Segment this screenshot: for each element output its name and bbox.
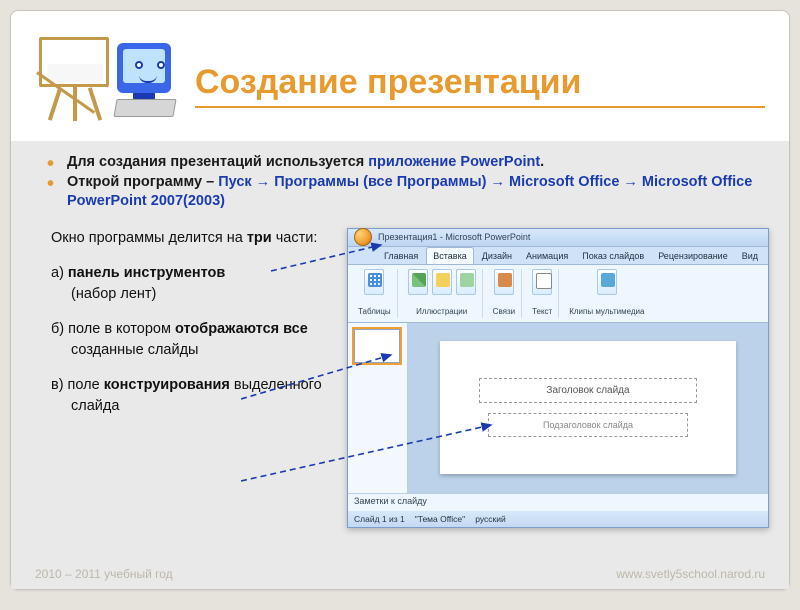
tab-review: Рецензирование bbox=[652, 248, 734, 264]
bold: отображаются все bbox=[175, 321, 308, 337]
notes-pane: Заметки к слайду bbox=[348, 493, 768, 511]
text: (набор лент) bbox=[71, 286, 156, 302]
ribbon-tabs: Главная Вставка Дизайн Анимация Показ сл… bbox=[348, 247, 768, 265]
group-label: Связи bbox=[493, 307, 515, 316]
group-label: Текст bbox=[532, 307, 552, 316]
group-label: Клипы мультимедиа bbox=[569, 307, 644, 316]
intro-line-2: Открой программу – Пуск → Программы (все… bbox=[51, 173, 769, 212]
page-title: Создание презентации bbox=[195, 29, 765, 108]
text: б) поле в котором bbox=[51, 321, 175, 337]
keyboard-icon bbox=[113, 99, 176, 117]
tab-animation: Анимация bbox=[520, 248, 574, 264]
bold: конструирования bbox=[104, 377, 230, 393]
link-icon bbox=[494, 269, 514, 295]
photoalbum-icon bbox=[456, 269, 476, 295]
highlight: приложение PowerPoint bbox=[368, 154, 540, 170]
intro-line-1: Для создания презентаций используется пр… bbox=[51, 153, 769, 173]
textbox-icon bbox=[532, 269, 552, 295]
slide-editor-area: Заголовок слайда Подзаголовок слайда bbox=[408, 323, 768, 493]
thumbnail-pane bbox=[348, 323, 408, 493]
item-c: в) поле конструирования выделенного слай… bbox=[51, 375, 331, 417]
item-a: а) панель инструментов (набор лент) bbox=[51, 263, 331, 305]
window-title: Презентация1 - Microsoft PowerPoint bbox=[378, 232, 530, 242]
tab-home: Главная bbox=[378, 248, 424, 264]
ribbon-group-media: Клипы мультимедиа bbox=[565, 269, 650, 318]
text: части: bbox=[272, 230, 318, 246]
picture-icon bbox=[408, 269, 428, 295]
ppt-body: Заголовок слайда Подзаголовок слайда bbox=[348, 323, 768, 493]
lead-text: Окно программы делится на три части: bbox=[51, 228, 331, 249]
slide-canvas: Заголовок слайда Подзаголовок слайда bbox=[440, 341, 735, 474]
clipart-computer-easel bbox=[35, 29, 175, 129]
intro-list: Для создания презентаций используется пр… bbox=[51, 153, 769, 212]
ribbon-group-text: Текст bbox=[528, 269, 559, 318]
header: Создание презентации bbox=[11, 11, 789, 129]
item-b: б) поле в котором отображаются все созда… bbox=[51, 319, 331, 361]
text: Окно программы делится на bbox=[51, 230, 247, 246]
ribbon: Таблицы Иллюстрации Связи bbox=[348, 265, 768, 323]
group-label: Иллюстрации bbox=[416, 307, 467, 316]
text: а) bbox=[51, 265, 68, 281]
content-area: Для создания презентаций используется пр… bbox=[11, 141, 789, 589]
footer: 2010 – 2011 учебный год www.svetly5schoo… bbox=[11, 567, 789, 581]
subtitle-placeholder: Подзаголовок слайда bbox=[488, 413, 689, 437]
tab-insert: Вставка bbox=[426, 247, 473, 264]
group-label: Таблицы bbox=[358, 307, 391, 316]
clip-icon bbox=[432, 269, 452, 295]
text: . bbox=[540, 154, 544, 170]
status-bar: Слайд 1 из 1 "Тема Office" русский bbox=[348, 511, 768, 527]
office-button-icon bbox=[354, 228, 372, 246]
bold: три bbox=[247, 230, 272, 246]
title-placeholder: Заголовок слайда bbox=[479, 378, 697, 403]
ribbon-group-tables: Таблицы bbox=[354, 269, 398, 318]
status-theme: "Тема Office" bbox=[415, 514, 465, 524]
tab-design: Дизайн bbox=[476, 248, 518, 264]
window-titlebar: Презентация1 - Microsoft PowerPoint bbox=[348, 229, 768, 247]
status-lang: русский bbox=[475, 514, 506, 524]
text: созданные слайды bbox=[71, 342, 198, 358]
tab-slideshow: Показ слайдов bbox=[576, 248, 650, 264]
status-slide: Слайд 1 из 1 bbox=[354, 514, 405, 524]
slide-thumbnail bbox=[354, 329, 400, 363]
bold: панель инструментов bbox=[68, 265, 225, 281]
text: Для создания презентаций используется bbox=[67, 154, 368, 170]
powerpoint-screenshot: Презентация1 - Microsoft PowerPoint Глав… bbox=[347, 228, 769, 528]
tab-view: Вид bbox=[736, 248, 764, 264]
ribbon-group-links: Связи bbox=[489, 269, 522, 318]
left-column: Окно программы делится на три части: а) … bbox=[51, 228, 331, 528]
text: в) поле bbox=[51, 377, 104, 393]
text: Открой программу – bbox=[67, 174, 218, 190]
footer-left: 2010 – 2011 учебный год bbox=[35, 567, 173, 581]
monitor-icon bbox=[117, 43, 171, 93]
media-icon bbox=[597, 269, 617, 295]
table-icon bbox=[364, 269, 384, 295]
ribbon-group-illustrations: Иллюстрации bbox=[404, 269, 483, 318]
slide-frame: Создание презентации Для создания презен… bbox=[10, 10, 790, 590]
footer-right: www.svetly5school.narod.ru bbox=[616, 567, 765, 581]
